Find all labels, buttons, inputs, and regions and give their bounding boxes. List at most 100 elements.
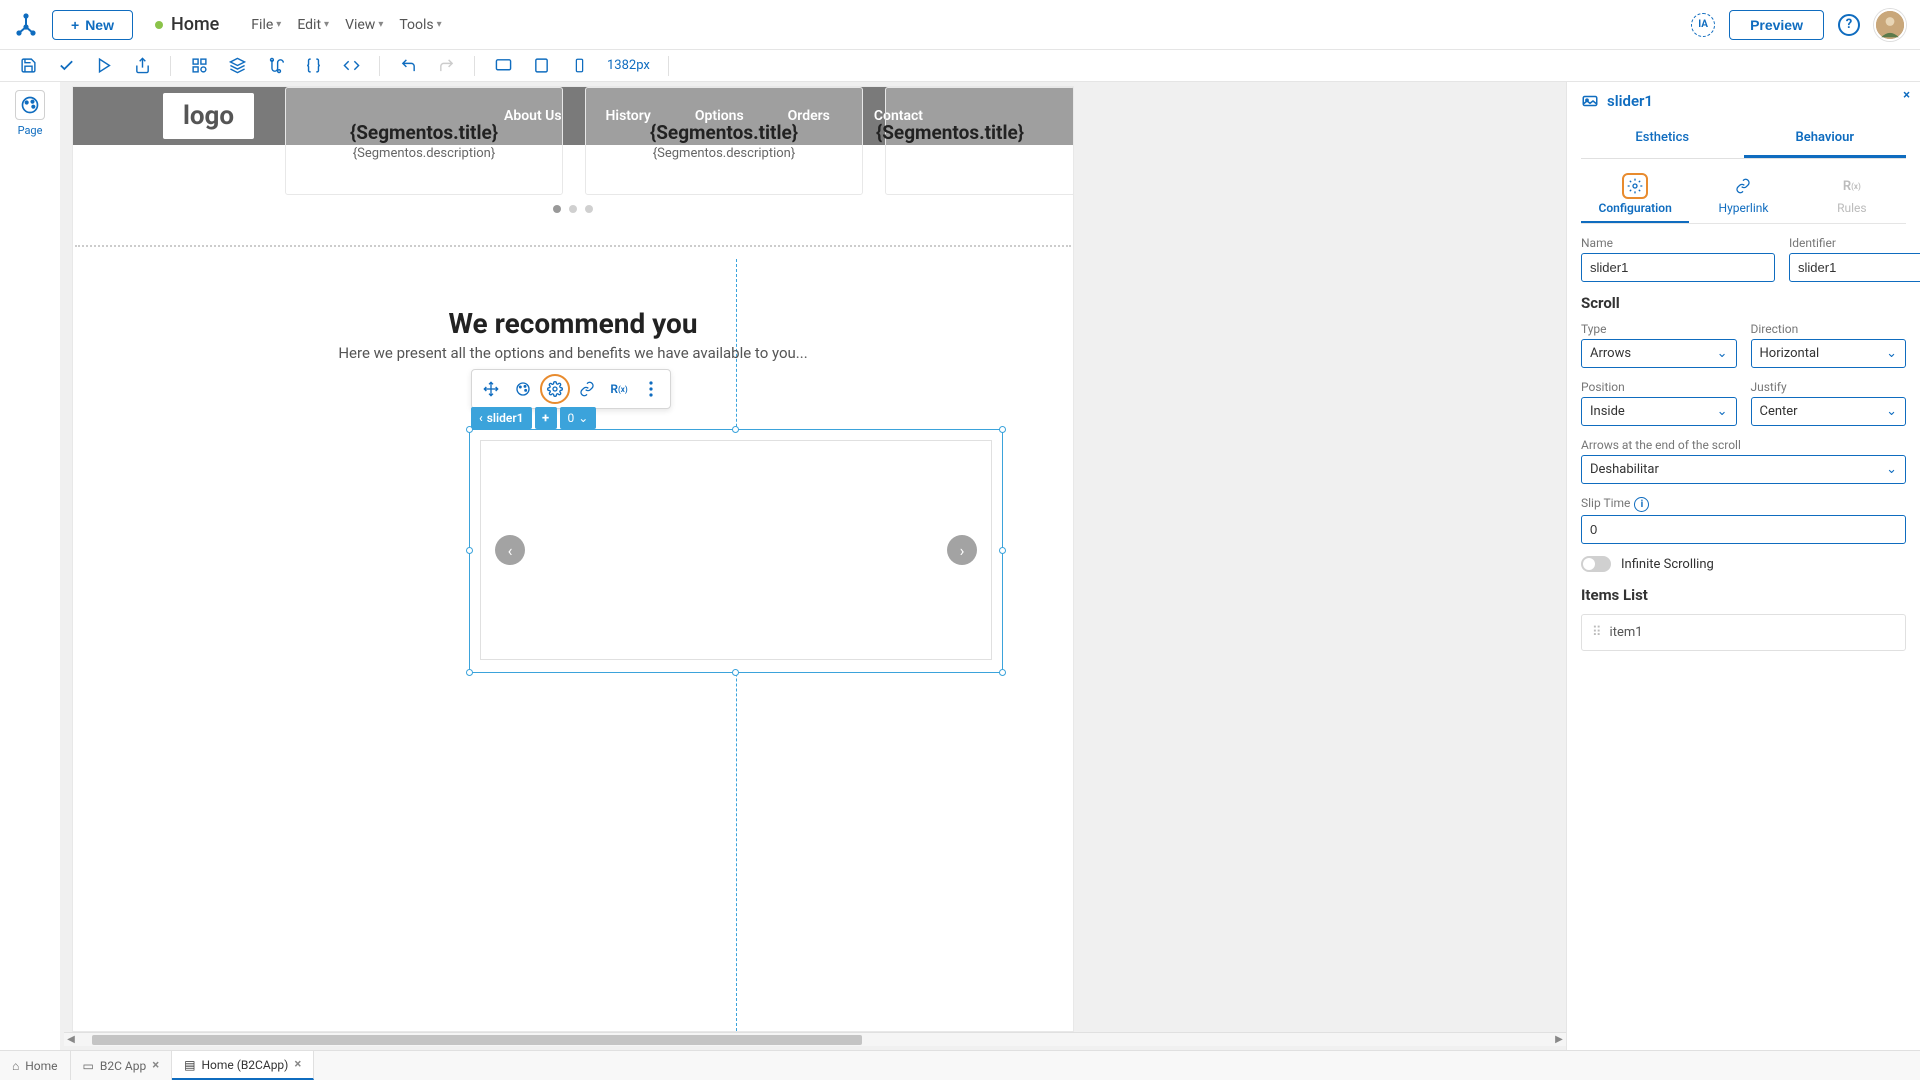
bottom-tab-home[interactable]: ⌂ Home bbox=[0, 1051, 71, 1080]
close-icon[interactable]: × bbox=[1903, 88, 1910, 103]
braces-icon[interactable] bbox=[303, 56, 323, 76]
resize-handle[interactable] bbox=[999, 426, 1006, 433]
subtab-configuration[interactable]: Configuration bbox=[1581, 165, 1689, 223]
preview-button[interactable]: Preview bbox=[1729, 10, 1824, 40]
scroll-heading: Scroll bbox=[1581, 294, 1906, 312]
tab-behaviour[interactable]: Behaviour bbox=[1744, 120, 1907, 158]
resize-handle[interactable] bbox=[466, 669, 473, 676]
close-icon[interactable]: × bbox=[294, 1057, 301, 1072]
chevron-down-icon: ⌄ bbox=[578, 411, 588, 425]
gear-icon[interactable] bbox=[540, 374, 570, 404]
rules-icon: R(x) bbox=[1839, 173, 1865, 199]
selection-chip[interactable]: ‹ slider1 bbox=[471, 407, 532, 429]
scroll-right-icon[interactable]: ▶ bbox=[1552, 1034, 1566, 1045]
carousel-card[interactable]: {Segmentos.title} {Segmentos.description… bbox=[885, 87, 1074, 195]
chevron-down-icon: ▾ bbox=[276, 19, 281, 30]
info-icon[interactable]: i bbox=[1634, 497, 1649, 512]
scroll-left-icon[interactable]: ◀ bbox=[64, 1034, 78, 1045]
chevron-left-icon: ‹ bbox=[479, 411, 483, 425]
direction-label: Direction bbox=[1751, 322, 1907, 336]
horizontal-scrollbar[interactable]: ◀ ▶ bbox=[64, 1032, 1566, 1046]
canvas[interactable]: logo About Us History Options Orders Con… bbox=[72, 86, 1074, 1032]
slip-time-input[interactable] bbox=[1581, 515, 1906, 544]
slider-prev-button[interactable]: ‹ bbox=[495, 535, 525, 565]
tablet-icon[interactable] bbox=[531, 56, 551, 76]
resize-handle[interactable] bbox=[732, 669, 739, 676]
arrows-end-select[interactable]: Deshabilitar⌄ bbox=[1581, 455, 1906, 484]
ia-badge-icon[interactable]: IA bbox=[1691, 13, 1715, 37]
name-label: Name bbox=[1581, 236, 1775, 250]
status-dot-icon bbox=[155, 21, 163, 29]
play-icon[interactable] bbox=[94, 56, 114, 76]
scroll-thumb[interactable] bbox=[92, 1035, 862, 1045]
resize-handle[interactable] bbox=[466, 547, 473, 554]
carousel-card[interactable]: {Segmentos.title} {Segmentos.description… bbox=[585, 87, 863, 195]
infinite-scroll-label: Infinite Scrolling bbox=[1621, 557, 1714, 572]
mobile-icon[interactable] bbox=[569, 56, 589, 76]
bottom-tab-b2c-app[interactable]: ▭ B2C App × bbox=[71, 1051, 173, 1080]
canvas-area: logo About Us History Options Orders Con… bbox=[60, 82, 1566, 1050]
chevron-down-icon: ▾ bbox=[378, 19, 383, 30]
subtab-hyperlink[interactable]: Hyperlink bbox=[1689, 165, 1797, 223]
page-palette-button[interactable] bbox=[15, 90, 45, 120]
menu-edit[interactable]: Edit▾ bbox=[297, 17, 329, 33]
selection-count[interactable]: 0 ⌄ bbox=[560, 407, 597, 429]
add-item-button[interactable]: + bbox=[535, 407, 557, 429]
tab-esthetics[interactable]: Esthetics bbox=[1581, 120, 1744, 158]
desktop-icon[interactable] bbox=[493, 56, 513, 76]
undo-icon[interactable] bbox=[398, 56, 418, 76]
dot-icon[interactable] bbox=[585, 205, 593, 213]
rules-icon[interactable]: R(x) bbox=[604, 374, 634, 404]
resize-handle[interactable] bbox=[732, 426, 739, 433]
export-icon[interactable] bbox=[132, 56, 152, 76]
link-icon[interactable] bbox=[572, 374, 602, 404]
slider-component-icon bbox=[1581, 92, 1599, 110]
code-icon[interactable] bbox=[341, 56, 361, 76]
close-icon[interactable]: × bbox=[152, 1058, 159, 1073]
resize-handle[interactable] bbox=[466, 426, 473, 433]
grid-icon[interactable] bbox=[189, 56, 209, 76]
save-icon[interactable] bbox=[18, 56, 38, 76]
help-icon[interactable]: ? bbox=[1838, 14, 1860, 36]
name-input[interactable] bbox=[1581, 253, 1775, 282]
new-button-label: New bbox=[85, 17, 114, 33]
menu-view[interactable]: View▾ bbox=[345, 17, 383, 33]
slider-next-button[interactable]: › bbox=[947, 535, 977, 565]
drag-handle-icon[interactable]: ⠿ bbox=[1592, 625, 1602, 640]
menu-file[interactable]: File▾ bbox=[251, 17, 281, 33]
menu-tools[interactable]: Tools▾ bbox=[399, 17, 441, 33]
resize-handle[interactable] bbox=[999, 669, 1006, 676]
chevron-down-icon: ⌄ bbox=[1886, 404, 1897, 419]
justify-label: Justify bbox=[1751, 380, 1907, 394]
justify-select[interactable]: Center⌄ bbox=[1751, 397, 1907, 426]
position-select[interactable]: Inside⌄ bbox=[1581, 397, 1737, 426]
palette-icon[interactable] bbox=[508, 374, 538, 404]
move-icon[interactable] bbox=[476, 374, 506, 404]
more-icon[interactable] bbox=[636, 374, 666, 404]
dot-icon[interactable] bbox=[569, 205, 577, 213]
viewport-size[interactable]: 1382px bbox=[607, 58, 650, 73]
page-palette-label: Page bbox=[18, 124, 43, 137]
carousel-card[interactable]: {Segmentos.title} {Segmentos.description… bbox=[285, 87, 563, 195]
bottom-tab-home-b2capp[interactable]: ▤ Home (B2CApp) × bbox=[172, 1051, 314, 1080]
page-icon: ▤ bbox=[184, 1058, 195, 1072]
chevron-down-icon: ▾ bbox=[437, 19, 442, 30]
new-button[interactable]: + New bbox=[52, 10, 133, 40]
app-logo-icon bbox=[14, 13, 38, 37]
identifier-input[interactable] bbox=[1789, 253, 1920, 282]
check-icon[interactable] bbox=[56, 56, 76, 76]
resize-handle[interactable] bbox=[999, 547, 1006, 554]
type-select[interactable]: Arrows⌄ bbox=[1581, 339, 1737, 368]
chevron-down-icon: ▾ bbox=[324, 19, 329, 30]
selected-slider[interactable]: ‹ › bbox=[469, 429, 1003, 673]
items-list-item[interactable]: ⠿ item1 bbox=[1581, 614, 1906, 651]
slip-time-label: Slip Timei bbox=[1581, 496, 1906, 512]
swap-icon[interactable] bbox=[265, 56, 285, 76]
type-label: Type bbox=[1581, 322, 1737, 336]
direction-select[interactable]: Horizontal⌄ bbox=[1751, 339, 1907, 368]
card-desc: {Segmentos.description} bbox=[653, 146, 795, 161]
infinite-scroll-toggle[interactable] bbox=[1581, 556, 1611, 572]
avatar[interactable] bbox=[1874, 9, 1906, 41]
layers-icon[interactable] bbox=[227, 56, 247, 76]
dot-active-icon[interactable] bbox=[553, 205, 561, 213]
